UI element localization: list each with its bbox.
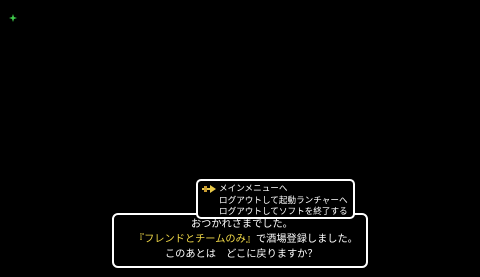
menu-item-main-menu[interactable]: メインメニューへ — [202, 184, 353, 196]
sparkle-icon — [9, 14, 17, 22]
message-line-2-rest: で酒場登録しました。 — [255, 234, 358, 245]
message-line-2: 『フレンドとチームのみ』で酒場登録しました。 — [114, 233, 386, 246]
menu-item-label: メインメニューへ — [219, 184, 288, 194]
menu-item-label: ログアウトして起動ランチャーへ — [219, 195, 348, 206]
cursor-hand-icon — [202, 185, 216, 193]
registration-mode-label: 『フレンドとチームのみ』 — [134, 234, 256, 245]
menu-item-logout-exit[interactable]: ログアウトしてソフトを終了する — [219, 207, 353, 219]
return-menu-list: メインメニューへ ログアウトして起動ランチャーへ ログアウトしてソフトを終了する — [198, 181, 353, 219]
message-window: おつかれさまでした。 『フレンドとチームのみ』で酒場登録しました。 このあとは … — [112, 213, 368, 268]
message-line-1: おつかれさまでした。 — [191, 219, 293, 230]
return-menu-window: メインメニューへ ログアウトして起動ランチャーへ ログアウトしてソフトを終了する — [196, 179, 355, 219]
message-line-3: このあとは どこに戻りますか？ — [165, 249, 318, 260]
menu-item-logout-launcher[interactable]: ログアウトして起動ランチャーへ — [219, 196, 353, 208]
menu-item-label: ログアウトしてソフトを終了する — [219, 207, 348, 217]
